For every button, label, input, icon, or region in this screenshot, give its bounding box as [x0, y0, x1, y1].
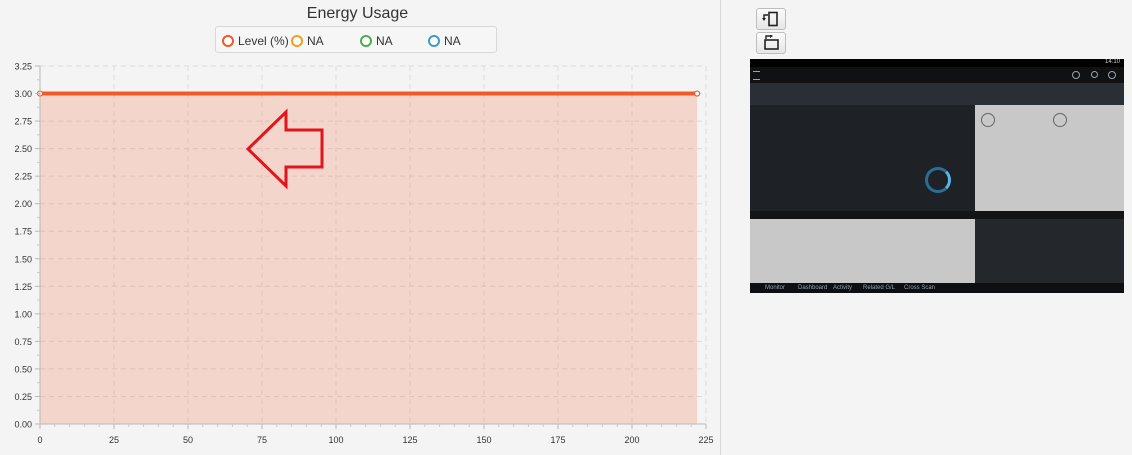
preview-search-icon — [1091, 71, 1098, 78]
preview-app-bar — [750, 67, 1124, 83]
rotate-right-button[interactable] — [756, 32, 786, 54]
rotate-left-button[interactable] — [756, 8, 786, 30]
preview-spinner-icon — [925, 167, 951, 193]
panel-divider — [720, 0, 721, 455]
series-point — [694, 90, 701, 97]
x-tick-label: 100 — [328, 435, 343, 445]
preview-empty-pane — [975, 219, 1124, 283]
x-tick-label: 175 — [550, 435, 565, 445]
y-tick-label: 2.00 — [14, 199, 32, 209]
x-tick-label: 75 — [257, 435, 267, 445]
preview-status-bar: 14:10 — [750, 59, 1124, 67]
x-tick-label: 150 — [476, 435, 491, 445]
preview-main-pane — [750, 105, 975, 211]
x-tick-label: 125 — [402, 435, 417, 445]
y-tick-label: 0.75 — [14, 337, 32, 347]
preview-clock: 14:10 — [1104, 59, 1120, 65]
y-tick-label: 2.50 — [14, 144, 32, 154]
preview-power-icon — [1108, 71, 1116, 79]
y-tick-label: 2.25 — [14, 172, 32, 182]
x-tick-label: 225 — [698, 435, 713, 445]
y-tick-label: 1.25 — [14, 282, 32, 292]
preview-section-bar — [750, 211, 1124, 219]
preview-refresh-icon — [1072, 71, 1080, 79]
chart-plot: 0.00 0.25 0.50 0.75 1.00 1.25 1.50 1.75 2.00 2.25… — [14, 62, 713, 446]
x-tick-label: 25 — [109, 435, 119, 445]
series-area-fill — [40, 93, 698, 425]
preview-header — [750, 83, 1124, 105]
y-tick-label: 1.50 — [14, 254, 32, 264]
y-tick-label: 3.00 — [14, 89, 32, 99]
y-tick-label: 2.75 — [14, 117, 32, 127]
y-tick-label: 0.00 — [14, 420, 32, 430]
preview-tab: Activity — [833, 285, 853, 291]
preview-table — [750, 219, 975, 283]
preview-gauge-icon — [1053, 113, 1067, 127]
y-tick-label: 0.50 — [14, 364, 32, 374]
y-tick-label: 3.25 — [14, 62, 32, 72]
y-tick-label: 0.25 — [14, 392, 32, 402]
preview-tab: Monitor — [765, 285, 786, 291]
preview-menu-icon — [753, 71, 760, 80]
rotate-left-icon — [762, 11, 778, 27]
preview-tab: Dashboard — [798, 285, 828, 291]
x-tick-label: 0 — [37, 435, 42, 445]
chart-panel: Energy Usage Level (%) NA NA NA 0.00 0.25… — [0, 0, 720, 455]
rotate-right-icon — [764, 35, 779, 50]
x-tick-label: 50 — [183, 435, 193, 445]
y-tick-label: 1.75 — [14, 227, 32, 237]
y-tick-label: 1.00 — [14, 309, 32, 319]
preview-tab: Cross Scan — [904, 285, 936, 291]
x-tick-label: 200 — [624, 435, 639, 445]
preview-gauge-icon — [981, 113, 995, 127]
preview-tab: Related G/L — [863, 285, 896, 291]
preview-bottom-tabs: Monitor Dashboard Activity Related G/L C… — [750, 283, 1124, 293]
device-screen-preview: 14:10 Monitor Dashboard Activity Related… — [750, 59, 1124, 293]
preview-side-pane — [975, 105, 1124, 211]
